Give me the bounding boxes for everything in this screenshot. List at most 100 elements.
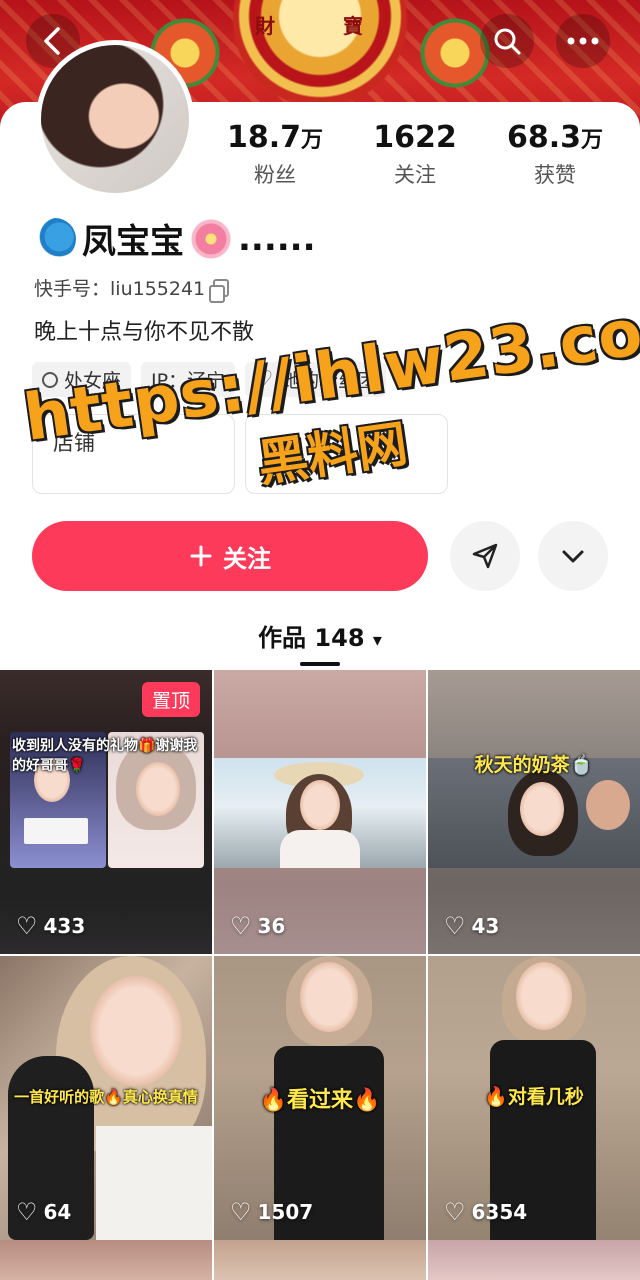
work-likes-count: 64 <box>43 1200 72 1224</box>
heart-icon: ♡ <box>230 1198 252 1226</box>
stat-following-value: 1622 <box>373 120 457 155</box>
shop-boxes: 店铺 <box>32 414 448 494</box>
follow-button[interactable]: 关注 <box>32 521 428 591</box>
work-likes: ♡ 64 <box>16 1198 71 1226</box>
tag-fan-club[interactable]: 她的粉丝团 <box>245 362 387 397</box>
plus-icon <box>190 545 212 567</box>
chevron-down-icon <box>562 550 584 563</box>
tag-ip: IP：辽宁 <box>141 362 236 397</box>
seal-char-right: 寶 <box>343 14 363 38</box>
copy-icon[interactable] <box>209 278 230 303</box>
heart-icon: ♡ <box>444 1198 466 1226</box>
tag-zodiac[interactable]: 处女座 <box>32 362 132 397</box>
work-thumbnail[interactable] <box>0 1240 212 1280</box>
work-likes-count: 43 <box>471 914 500 938</box>
follow-label: 关注 <box>223 544 271 573</box>
work-caption: 🔥对看几秒 <box>484 1086 584 1108</box>
more-dots-icon <box>567 37 599 45</box>
work-thumbnail[interactable]: 一首好听的歌🔥真心换真情 ♡ 64 <box>0 956 212 1240</box>
shop-entry[interactable]: 店铺 <box>32 414 235 494</box>
heart-icon: ♡ <box>444 912 466 940</box>
thumb-figure <box>586 780 630 830</box>
stat-following-label: 关注 <box>394 163 436 187</box>
thumb-figure <box>516 962 572 1030</box>
stat-likes[interactable]: 68.3万 获赞 <box>485 120 625 189</box>
tag-fan-club-label: 她的粉丝团 <box>281 370 377 392</box>
thumb-figure <box>90 976 182 1086</box>
profile-name: 凤宝宝 <box>82 222 184 262</box>
stat-likes-label: 获赞 <box>534 163 576 187</box>
share-button[interactable] <box>450 521 520 591</box>
heart-icon: ♡ <box>230 912 252 940</box>
stat-likes-unit: 万 <box>581 128 604 153</box>
tag-ip-label: IP：辽宁 <box>151 370 226 392</box>
thumb-figure <box>300 780 340 830</box>
tab-works-label: 作品 148 <box>258 624 365 652</box>
work-likes-count: 36 <box>257 914 286 938</box>
kuaishou-id-row: 快手号：liu155241 <box>34 274 230 303</box>
tag-zodiac-label: 处女座 <box>64 370 122 392</box>
work-likes: ♡ 433 <box>16 912 85 940</box>
search-button[interactable] <box>480 14 534 68</box>
secondary-entry[interactable] <box>245 414 448 494</box>
kuaishou-id-label: 快手号： <box>34 278 111 300</box>
work-likes-count: 433 <box>43 914 86 938</box>
shop-label: 店铺 <box>53 431 95 455</box>
expand-button[interactable] <box>538 521 608 591</box>
pinned-badge: 置顶 <box>141 682 200 717</box>
thumb-figure <box>280 830 360 868</box>
heart-icon: ♡ <box>16 1198 38 1226</box>
avatar[interactable] <box>36 40 194 198</box>
flower-decoration <box>420 18 490 88</box>
fan-club-icon <box>255 366 275 390</box>
stat-following[interactable]: 1622 关注 <box>345 120 485 189</box>
works-grid-next-row <box>0 1240 640 1280</box>
stat-fans-unit: 万 <box>301 128 324 153</box>
thumb-figure <box>96 1126 212 1240</box>
work-likes: ♡ 43 <box>444 912 499 940</box>
thumb-figure <box>520 782 564 836</box>
work-thumbnail[interactable]: 🔥对看几秒 ♡ 6354 <box>428 956 640 1240</box>
work-likes: ♡ 36 <box>230 912 285 940</box>
work-thumbnail[interactable] <box>214 1240 426 1280</box>
work-caption: 🔥看过来🔥 <box>259 1088 381 1113</box>
stat-likes-value: 68.3 <box>506 120 581 155</box>
work-likes: ♡ 6354 <box>444 1198 527 1226</box>
send-icon <box>472 543 498 569</box>
stat-fans[interactable]: 18.7万 粉丝 <box>205 120 345 189</box>
kuaishou-id-value: liu155241 <box>110 278 206 300</box>
work-likes-count: 1507 <box>257 1200 314 1224</box>
work-thumbnail[interactable]: ♡ 36 <box>214 670 426 954</box>
blossom-icon <box>190 217 232 260</box>
thumb-figure <box>300 962 358 1032</box>
more-button[interactable] <box>556 14 610 68</box>
work-caption: 一首好听的歌🔥真心换真情 <box>14 1088 198 1106</box>
works-grid: 收到别人没有的礼物🎁谢谢我的好哥哥🌹 置顶 ♡ 433 ♡ 36 秋天的奶茶🍵 ♡ 4… <box>0 670 640 1240</box>
search-icon <box>494 28 521 55</box>
profile-tags: 处女座 IP：辽宁 她的粉丝团 <box>32 362 387 397</box>
profile-stats: 18.7万 粉丝 1622 关注 68.3万 获赞 <box>205 120 625 189</box>
chevron-left-icon <box>44 27 60 55</box>
name-row: 凤宝宝 ...... <box>34 214 316 263</box>
profile-bio: 晚上十点与你不见不散 <box>34 320 255 345</box>
work-thumbnail[interactable]: 秋天的奶茶🍵 ♡ 43 <box>428 670 640 954</box>
tab-works[interactable]: 作品 148 ▾ <box>0 618 640 653</box>
thumb-card <box>24 818 88 844</box>
work-likes-count: 6354 <box>471 1200 528 1224</box>
work-likes: ♡ 1507 <box>230 1198 313 1226</box>
heart-icon: ♡ <box>16 912 38 940</box>
work-thumbnail[interactable]: 收到别人没有的礼物🎁谢谢我的好哥哥🌹 置顶 ♡ 433 <box>0 670 212 954</box>
seal-char-left: 財 <box>255 14 275 38</box>
profile-name-suffix: ...... <box>238 218 316 259</box>
stat-fans-value: 18.7 <box>226 120 301 155</box>
work-caption: 秋天的奶茶🍵 <box>474 754 594 776</box>
tab-underline <box>300 662 340 666</box>
work-thumbnail[interactable] <box>428 1240 640 1280</box>
zodiac-icon <box>42 371 58 388</box>
work-caption: 收到别人没有的礼物🎁谢谢我的好哥哥🌹 <box>12 738 198 774</box>
fortune-seal-image <box>215 0 425 100</box>
caret-down-icon: ▾ <box>372 630 382 651</box>
stat-fans-label: 粉丝 <box>254 163 296 187</box>
dolphin-icon <box>34 217 76 260</box>
work-thumbnail[interactable]: 🔥看过来🔥 ♡ 1507 <box>214 956 426 1240</box>
